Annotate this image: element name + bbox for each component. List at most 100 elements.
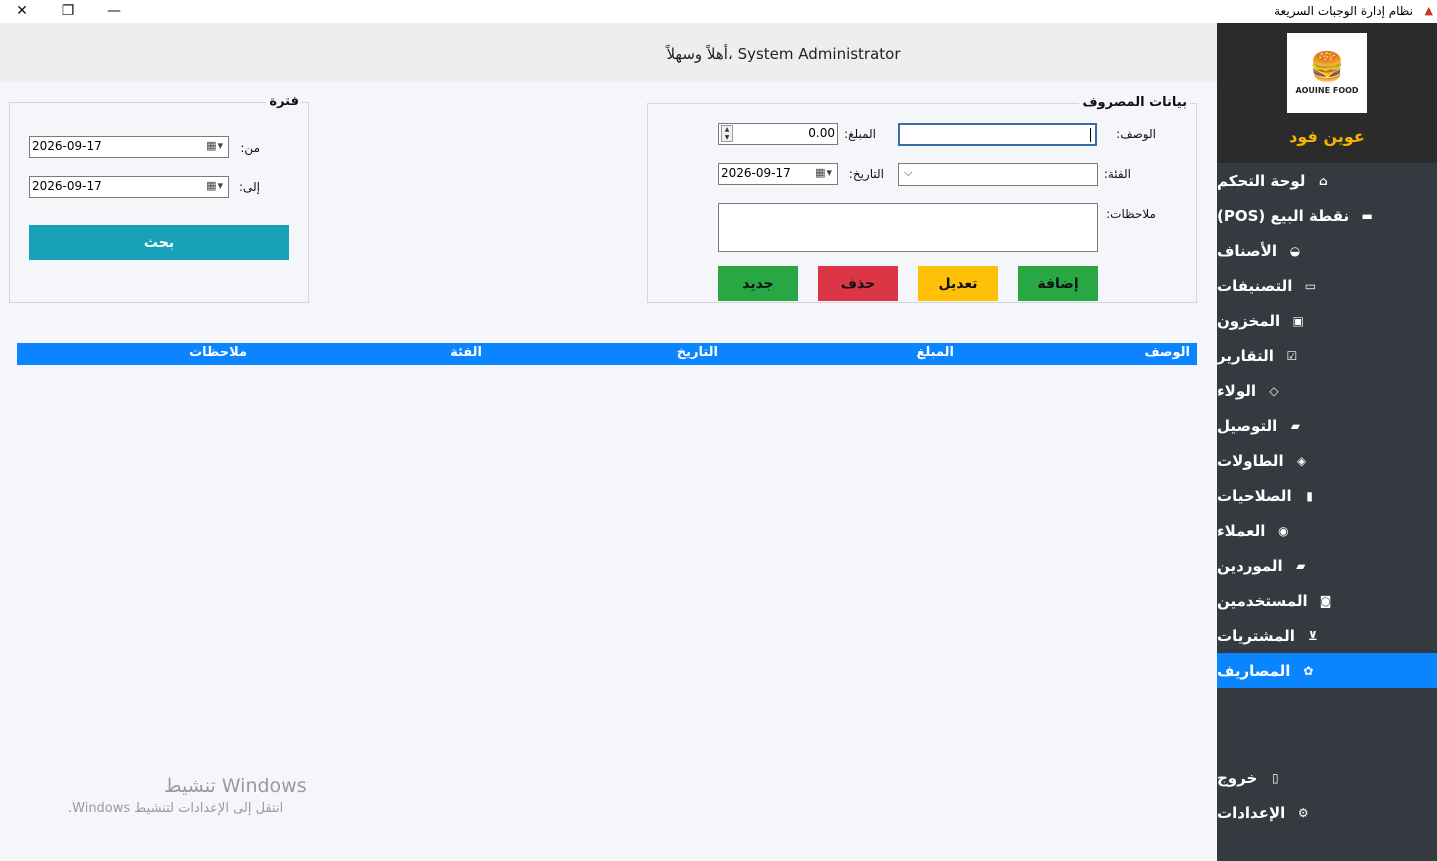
box-icon: ▣	[1292, 313, 1304, 328]
lock-icon: ▮	[1306, 488, 1313, 503]
sidebar-item-label: الصلاحيات	[1217, 486, 1292, 505]
activation-watermark-text: انتقل إلى الإعدادات لتنشيط Windows.	[68, 801, 284, 816]
filter-groupbox: فترة من: 2026-09-17 ▦▾ إلى: 2026-09-17 ▦…	[9, 94, 309, 303]
user-icon: ◉	[1278, 523, 1289, 538]
burger-logo-icon: 🍔	[1309, 49, 1345, 83]
col-category[interactable]: الفئة	[450, 345, 482, 360]
col-amount[interactable]: المبلغ	[916, 345, 954, 360]
sidebar-item-6[interactable]: الولاء ◇	[1217, 373, 1437, 408]
sidebar-item-7[interactable]: التوصيل ▰	[1217, 408, 1437, 443]
text-caret	[1090, 128, 1091, 142]
description-label: الوصف:	[1116, 127, 1156, 141]
money-icon: ✿	[1303, 663, 1314, 678]
logo: 🍔 AOUINE FOOD	[1287, 33, 1367, 113]
filter-legend: فترة	[266, 94, 302, 109]
sidebar-item-label: التقارير	[1217, 346, 1274, 365]
sidebar-item-10[interactable]: العملاء ◉	[1217, 513, 1437, 548]
sidebar-item-label: خروج	[1217, 768, 1258, 787]
sidebar-item-12[interactable]: المستخدمين ◙	[1217, 583, 1437, 618]
sidebar-item-14[interactable]: المصاريف ✿	[1217, 653, 1437, 688]
from-date-picker[interactable]: 2026-09-17 ▦▾	[29, 136, 229, 158]
title-bar: ✕ ❐ — ▲ نظام إدارة الوجبات السريعة	[0, 0, 1437, 23]
report-icon: ☑	[1286, 348, 1298, 363]
date-picker[interactable]: 2026-09-17 ▦▾	[718, 163, 838, 185]
brand-name: عوين فود	[1289, 127, 1365, 146]
description-input[interactable]	[898, 123, 1097, 146]
home-icon: ⌂	[1319, 173, 1328, 188]
sidebar-item-label: الموردين	[1217, 556, 1283, 575]
main-content: أهلاً وسهلاً، System Administrator بيانا…	[0, 23, 1217, 861]
close-icon: ✕	[16, 3, 28, 19]
edit-button[interactable]: تعديل	[918, 266, 998, 301]
to-label: إلى:	[238, 180, 260, 194]
to-date-picker[interactable]: 2026-09-17 ▦▾	[29, 176, 229, 198]
search-button[interactable]: بحث	[29, 225, 289, 260]
sidebar-item-label: الإعدادات	[1217, 803, 1286, 822]
calendar-icon[interactable]: ▦▾	[815, 166, 833, 179]
category-label: الفئة:	[1103, 167, 1131, 181]
welcome-text: أهلاً وسهلاً، System Administrator	[666, 45, 901, 63]
sidebar-item-9[interactable]: الصلاحيات ▮	[1217, 478, 1437, 513]
truck-icon: ▰	[1290, 418, 1300, 433]
spin-arrows-icon[interactable]: ▲ ▼	[721, 125, 733, 142]
sidebar-item-13[interactable]: المشتريات ⊻	[1217, 618, 1437, 653]
amount-stepper[interactable]: ▲ ▼ 0.00	[718, 123, 838, 145]
sidebar-item-2[interactable]: الأصناف ◒	[1217, 233, 1437, 268]
sidebar-item-8[interactable]: الطاولات ◈	[1217, 443, 1437, 478]
delete-button[interactable]: حذف	[818, 266, 898, 301]
users-icon: ◙	[1319, 593, 1332, 608]
sidebar-bottom-item-1[interactable]: الإعدادات ⚙	[1217, 795, 1437, 830]
amount-label: المبلغ:	[844, 127, 876, 141]
col-date[interactable]: التاريخ	[677, 345, 718, 360]
expense-groupbox: بيانات المصروف الوصف: المبلغ: ▲ ▼ 0.00 ال…	[647, 95, 1197, 303]
sidebar: 🍔 AOUINE FOOD عوين فود لوحة التحكم ⌂ نقطة …	[1217, 23, 1437, 861]
sidebar-item-1[interactable]: نقطة البيع (POS) ▬	[1217, 198, 1437, 233]
minimize-button[interactable]: —	[92, 0, 136, 22]
close-button[interactable]: ✕	[0, 0, 44, 22]
maximize-button[interactable]: ❐	[46, 0, 90, 22]
date-label: التاريخ:	[848, 167, 884, 181]
cart-icon: ⊻	[1308, 628, 1318, 643]
sidebar-item-label: التصنيفات	[1217, 276, 1293, 295]
chevron-down-icon: ⌵	[904, 166, 913, 179]
maximize-icon: ❐	[61, 3, 75, 19]
sidebar-item-label: الولاء	[1217, 381, 1257, 400]
notes-textarea[interactable]	[718, 203, 1098, 252]
app-icon: ▲	[1424, 4, 1433, 17]
activation-watermark-title: تنشيط Windows	[164, 775, 307, 797]
sidebar-bottom-item-0[interactable]: خروج ▯	[1217, 760, 1437, 795]
sidebar-item-label: الطاولات	[1217, 451, 1284, 470]
col-description[interactable]: الوصف	[1144, 345, 1190, 360]
add-button[interactable]: إضافة	[1018, 266, 1098, 301]
calendar-icon[interactable]: ▦▾	[206, 139, 224, 152]
sidebar-item-label: المخزون	[1217, 311, 1281, 330]
sidebar-item-label: التوصيل	[1217, 416, 1278, 435]
diamond-icon: ◇	[1269, 383, 1279, 398]
window-title: نظام إدارة الوجبات السريعة	[1274, 4, 1413, 18]
expenses-grid-header: الوصف المبلغ التاريخ الفئة ملاحظات	[17, 343, 1197, 365]
sidebar-item-3[interactable]: التصنيفات ▭	[1217, 268, 1437, 303]
header-bar: أهلاً وسهلاً، System Administrator	[0, 23, 1217, 82]
sidebar-item-label: المشتريات	[1217, 626, 1295, 645]
cash-register-icon: ▬	[1361, 208, 1373, 223]
notes-label: ملاحظات:	[1106, 207, 1156, 221]
gear-icon: ⚙	[1297, 805, 1309, 820]
exit-icon: ▯	[1271, 770, 1279, 785]
expense-legend: بيانات المصروف	[1079, 95, 1190, 110]
new-button[interactable]: جديد	[718, 266, 798, 301]
sidebar-item-5[interactable]: التقارير ☑	[1217, 338, 1437, 373]
category-select[interactable]: ⌵	[898, 163, 1098, 186]
sidebar-item-11[interactable]: الموردين ▰	[1217, 548, 1437, 583]
sidebar-item-4[interactable]: المخزون ▣	[1217, 303, 1437, 338]
sidebar-item-label: المصاريف	[1217, 661, 1291, 680]
col-notes[interactable]: ملاحظات	[189, 345, 247, 360]
logo-area: 🍔 AOUINE FOOD عوين فود	[1217, 23, 1437, 163]
sidebar-item-0[interactable]: لوحة التحكم ⌂	[1217, 163, 1437, 198]
folder-icon: ▭	[1304, 278, 1317, 293]
calendar-icon[interactable]: ▦▾	[206, 179, 224, 192]
minimize-icon: —	[107, 3, 121, 19]
sidebar-item-label: المستخدمين	[1217, 591, 1308, 610]
burger-icon: ◒	[1289, 243, 1301, 258]
sidebar-item-label: لوحة التحكم	[1217, 171, 1306, 190]
sidebar-item-label: نقطة البيع (POS)	[1217, 206, 1350, 225]
